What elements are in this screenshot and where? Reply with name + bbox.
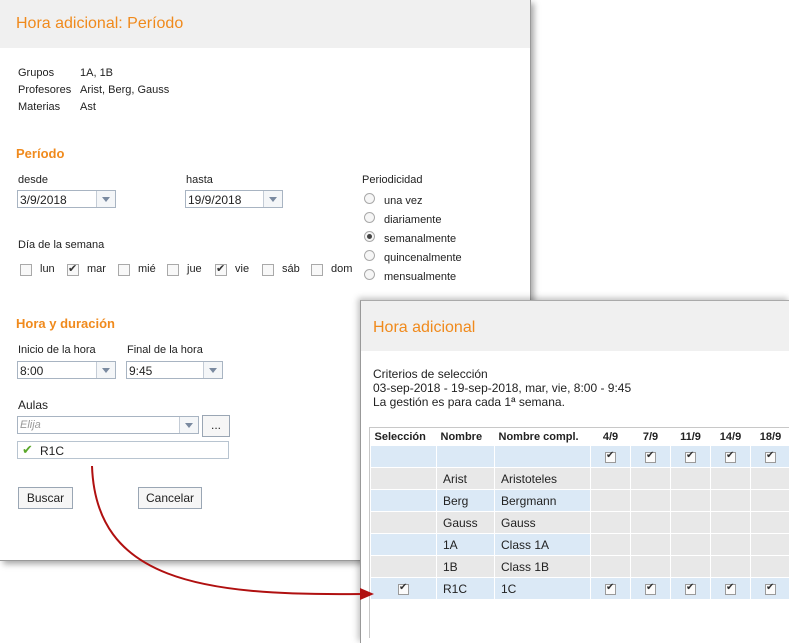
arrow-path	[92, 466, 362, 594]
connector-arrow	[0, 0, 789, 642]
arrowhead-icon	[360, 588, 374, 600]
